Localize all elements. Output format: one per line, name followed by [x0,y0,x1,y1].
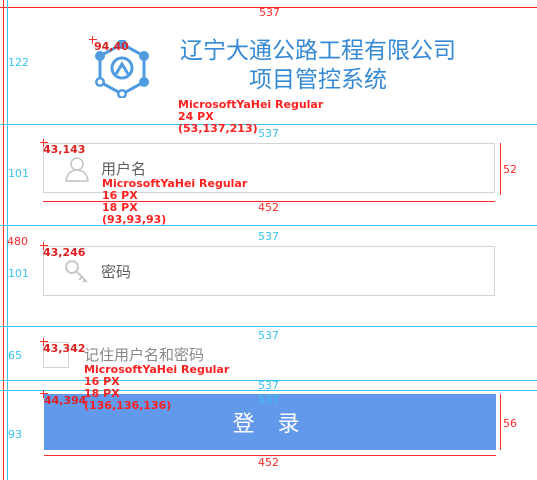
field-font-spec: MicrosoftYaHei Regular 16 PX 18 PX (93,9… [102,177,248,226]
canvas-height-label: 480 [7,235,28,248]
canvas-width-label: 537 [259,6,280,19]
logo-coord: 94,40 [94,40,129,53]
section-width-label: 537 [258,329,279,342]
password-field[interactable]: 密码 [43,246,495,296]
section-divider [0,326,537,327]
button-height-label: 56 [503,417,517,430]
field-height-line [500,143,501,195]
app-title: 辽宁大通公路工程有限公司 项目管控系统 [168,37,468,95]
remember-font-spec: MicrosoftYaHei Regular 16 PX 18 PX (136,… [84,363,230,412]
checkbox-coord: 43,342 [43,342,86,355]
section-height-4: 65 [8,349,22,362]
button-height-line [500,394,501,450]
key-icon [64,259,90,285]
section-divider [0,225,537,226]
app-title-line1: 辽宁大通公路工程有限公司 [180,38,456,64]
user-icon [64,156,90,182]
username-coord: 43,143 [43,143,86,156]
section-height-2: 101 [8,167,29,180]
section-width-label: 537 [258,230,279,243]
password-placeholder: 密码 [101,263,132,281]
field-height-label: 52 [503,163,517,176]
field-width-label: 452 [258,201,279,214]
section-width-label: 537 [258,393,279,406]
section-width-label: 537 [258,379,279,392]
button-width-label: 452 [258,456,279,469]
section-height-1: 122 [8,56,29,69]
height-guide-line [3,0,4,480]
app-title-line2: 项目管控系统 [249,67,387,93]
button-coord: 44,394 [44,394,87,407]
title-font-spec: MicrosoftYaHei Regular 24 PX (53,137,213… [178,98,324,135]
section-height-5: 93 [8,428,22,441]
password-coord: 43,246 [43,246,86,259]
section-height-3: 101 [8,267,29,280]
